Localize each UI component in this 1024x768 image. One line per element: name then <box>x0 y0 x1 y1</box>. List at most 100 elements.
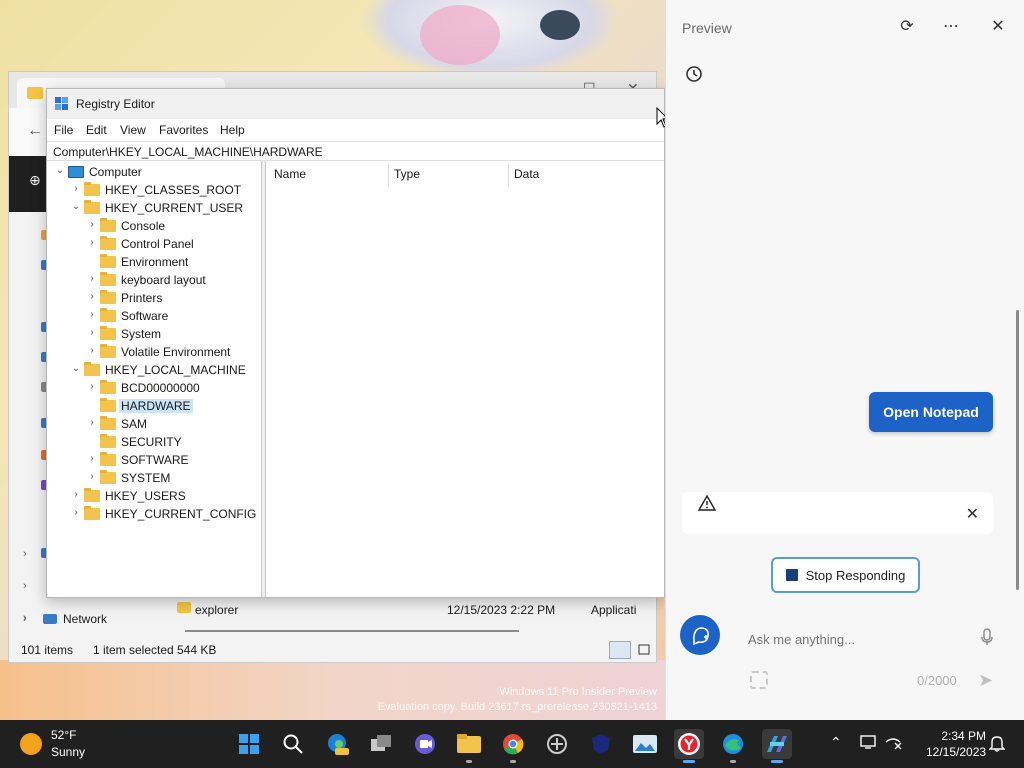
chevron-right-icon[interactable]: › <box>86 417 98 428</box>
chevron-right-icon[interactable]: › <box>23 548 27 560</box>
yandex-browser-icon[interactable] <box>674 729 704 763</box>
chevron-right-icon[interactable]: › <box>70 507 82 518</box>
registry-editor-window[interactable]: Registry Editor File Edit View Favorites… <box>46 88 665 598</box>
microphone-icon[interactable] <box>980 627 994 647</box>
sidebar-item-network[interactable]: Network <box>43 612 107 626</box>
column-data[interactable]: Data <box>514 167 539 181</box>
chevron-right-icon[interactable]: › <box>70 183 82 194</box>
copilot-icon[interactable] <box>762 729 792 763</box>
tiles-view-icon[interactable] <box>633 641 655 659</box>
display-icon[interactable] <box>860 734 878 753</box>
tree-node[interactable]: ⌄ HKEY_CURRENT_USER <box>47 199 261 217</box>
tree-node[interactable]: › HKEY_USERS <box>47 487 261 505</box>
tree-node[interactable]: › Volatile Environment <box>47 343 261 361</box>
chevron-right-icon[interactable]: › <box>86 381 98 392</box>
tree-node[interactable]: SECURITY <box>47 433 261 451</box>
menu-edit[interactable]: Edit <box>86 123 107 137</box>
menu-favorites[interactable]: Favorites <box>159 123 208 137</box>
chat-input[interactable] <box>748 629 928 649</box>
column-separator[interactable] <box>508 163 509 187</box>
chevron-right-icon[interactable]: › <box>86 453 98 464</box>
chevron-right-icon[interactable]: › <box>86 237 98 248</box>
edge-icon[interactable] <box>718 729 748 763</box>
stop-responding-button[interactable]: Stop Responding <box>771 557 920 593</box>
panel-scrollbar[interactable] <box>1016 310 1019 590</box>
app-grid-icon[interactable] <box>542 729 572 759</box>
menu-view[interactable]: View <box>120 123 146 137</box>
details-view-icon[interactable] <box>609 641 631 659</box>
file-explorer-icon[interactable] <box>454 729 484 763</box>
vpn-icon[interactable] <box>586 729 616 759</box>
tree-node[interactable]: Environment <box>47 253 261 271</box>
new-topic-icon[interactable] <box>680 615 720 655</box>
tree-node[interactable]: › SOFTWARE <box>47 451 261 469</box>
screenshot-icon[interactable] <box>750 671 768 689</box>
chevron-right-icon[interactable]: › <box>86 291 98 302</box>
tree-node[interactable]: › SYSTEM <box>47 469 261 487</box>
tree-node[interactable]: › System <box>47 325 261 343</box>
history-icon[interactable] <box>684 64 704 84</box>
address-bar[interactable]: Computer\HKEY_LOCAL_MACHINE\HARDWARE <box>47 141 664 161</box>
chevron-right-icon[interactable]: › <box>86 273 98 284</box>
new-icon[interactable]: ⊕ <box>29 172 41 189</box>
tree-node[interactable]: › Control Panel <box>47 235 261 253</box>
chevron-right-icon[interactable]: › <box>23 613 27 625</box>
edge-beta-icon[interactable] <box>322 729 352 759</box>
wallpaper-shape <box>420 5 500 65</box>
registry-tree[interactable]: ⌄ Computer › HKEY_CLASSES_ROOT ⌄ HKEY_CURRENT… <box>47 161 262 597</box>
tree-node[interactable]: › Console <box>47 217 261 235</box>
character-counter: 0/2000 <box>917 673 957 688</box>
chevron-right-icon[interactable]: › <box>86 345 98 356</box>
tree-node[interactable]: › SAM <box>47 415 261 433</box>
send-icon[interactable]: ➤ <box>978 670 993 691</box>
photos-icon[interactable] <box>630 729 660 759</box>
start-icon[interactable] <box>234 729 264 759</box>
column-name[interactable]: Name <box>274 167 306 181</box>
tree-node[interactable]: › keyboard layout <box>47 271 261 289</box>
weather-condition[interactable]: Sunny <box>51 745 85 759</box>
chevron-down-icon[interactable]: ⌄ <box>70 363 82 374</box>
tree-node[interactable]: › HKEY_CURRENT_CONFIG <box>47 505 261 523</box>
chevron-right-icon[interactable]: › <box>86 471 98 482</box>
chevron-right-icon[interactable]: › <box>70 489 82 500</box>
sun-icon[interactable] <box>20 733 42 755</box>
dismiss-icon[interactable]: ✕ <box>966 504 979 524</box>
chevron-right-icon[interactable]: › <box>86 327 98 338</box>
search-icon[interactable] <box>278 729 308 759</box>
tree-node[interactable]: HARDWARE <box>47 397 261 415</box>
chevron-down-icon[interactable]: ⌄ <box>54 165 66 176</box>
explorer-sidebar: › › › <box>9 212 49 642</box>
back-arrow-icon[interactable]: ← <box>27 122 43 140</box>
task-view-icon[interactable] <box>366 729 396 759</box>
open-notepad-button[interactable]: Open Notepad <box>869 392 993 432</box>
menu-help[interactable]: Help <box>220 123 245 137</box>
chevron-right-icon[interactable]: › <box>86 219 98 230</box>
tree-node[interactable]: › BCD00000000 <box>47 379 261 397</box>
chrome-icon[interactable] <box>498 729 528 763</box>
notification-bell-icon[interactable] <box>988 734 1006 755</box>
teams-icon[interactable] <box>410 729 440 759</box>
chevron-right-icon[interactable]: › <box>86 309 98 320</box>
clock[interactable]: 2:34 PM 12/15/2023 <box>926 728 986 760</box>
chevron-down-icon[interactable]: ⌄ <box>70 201 82 212</box>
more-icon[interactable]: ⋯ <box>939 16 963 38</box>
menu-file[interactable]: File <box>54 123 73 137</box>
tree-node[interactable]: ⌄ HKEY_LOCAL_MACHINE <box>47 361 261 379</box>
close-icon[interactable]: ✕ <box>986 16 1010 38</box>
tree-node[interactable]: ⌄ Computer <box>47 163 261 181</box>
tree-node[interactable]: › HKEY_CLASSES_ROOT <box>47 181 261 199</box>
file-row[interactable]: explorer 12/15/2023 2:22 PM Applicati <box>175 600 655 620</box>
chevron-right-icon[interactable]: › <box>23 580 27 592</box>
refresh-icon[interactable]: ⟳ <box>895 16 919 38</box>
tree-node[interactable]: › Printers <box>47 289 261 307</box>
tree-node[interactable]: › Software <box>47 307 261 325</box>
weather-temperature[interactable]: 52°F <box>51 728 76 742</box>
horizontal-scrollbar[interactable] <box>185 630 519 632</box>
regedit-titlebar[interactable]: Registry Editor <box>47 89 664 119</box>
network-disconnected-icon[interactable] <box>884 734 902 753</box>
chevron-up-icon[interactable]: ⌃ <box>830 734 842 751</box>
pane-splitter[interactable] <box>262 161 266 597</box>
column-type[interactable]: Type <box>394 167 420 181</box>
column-separator[interactable] <box>388 163 389 187</box>
values-list[interactable]: Name Type Data <box>267 161 664 597</box>
